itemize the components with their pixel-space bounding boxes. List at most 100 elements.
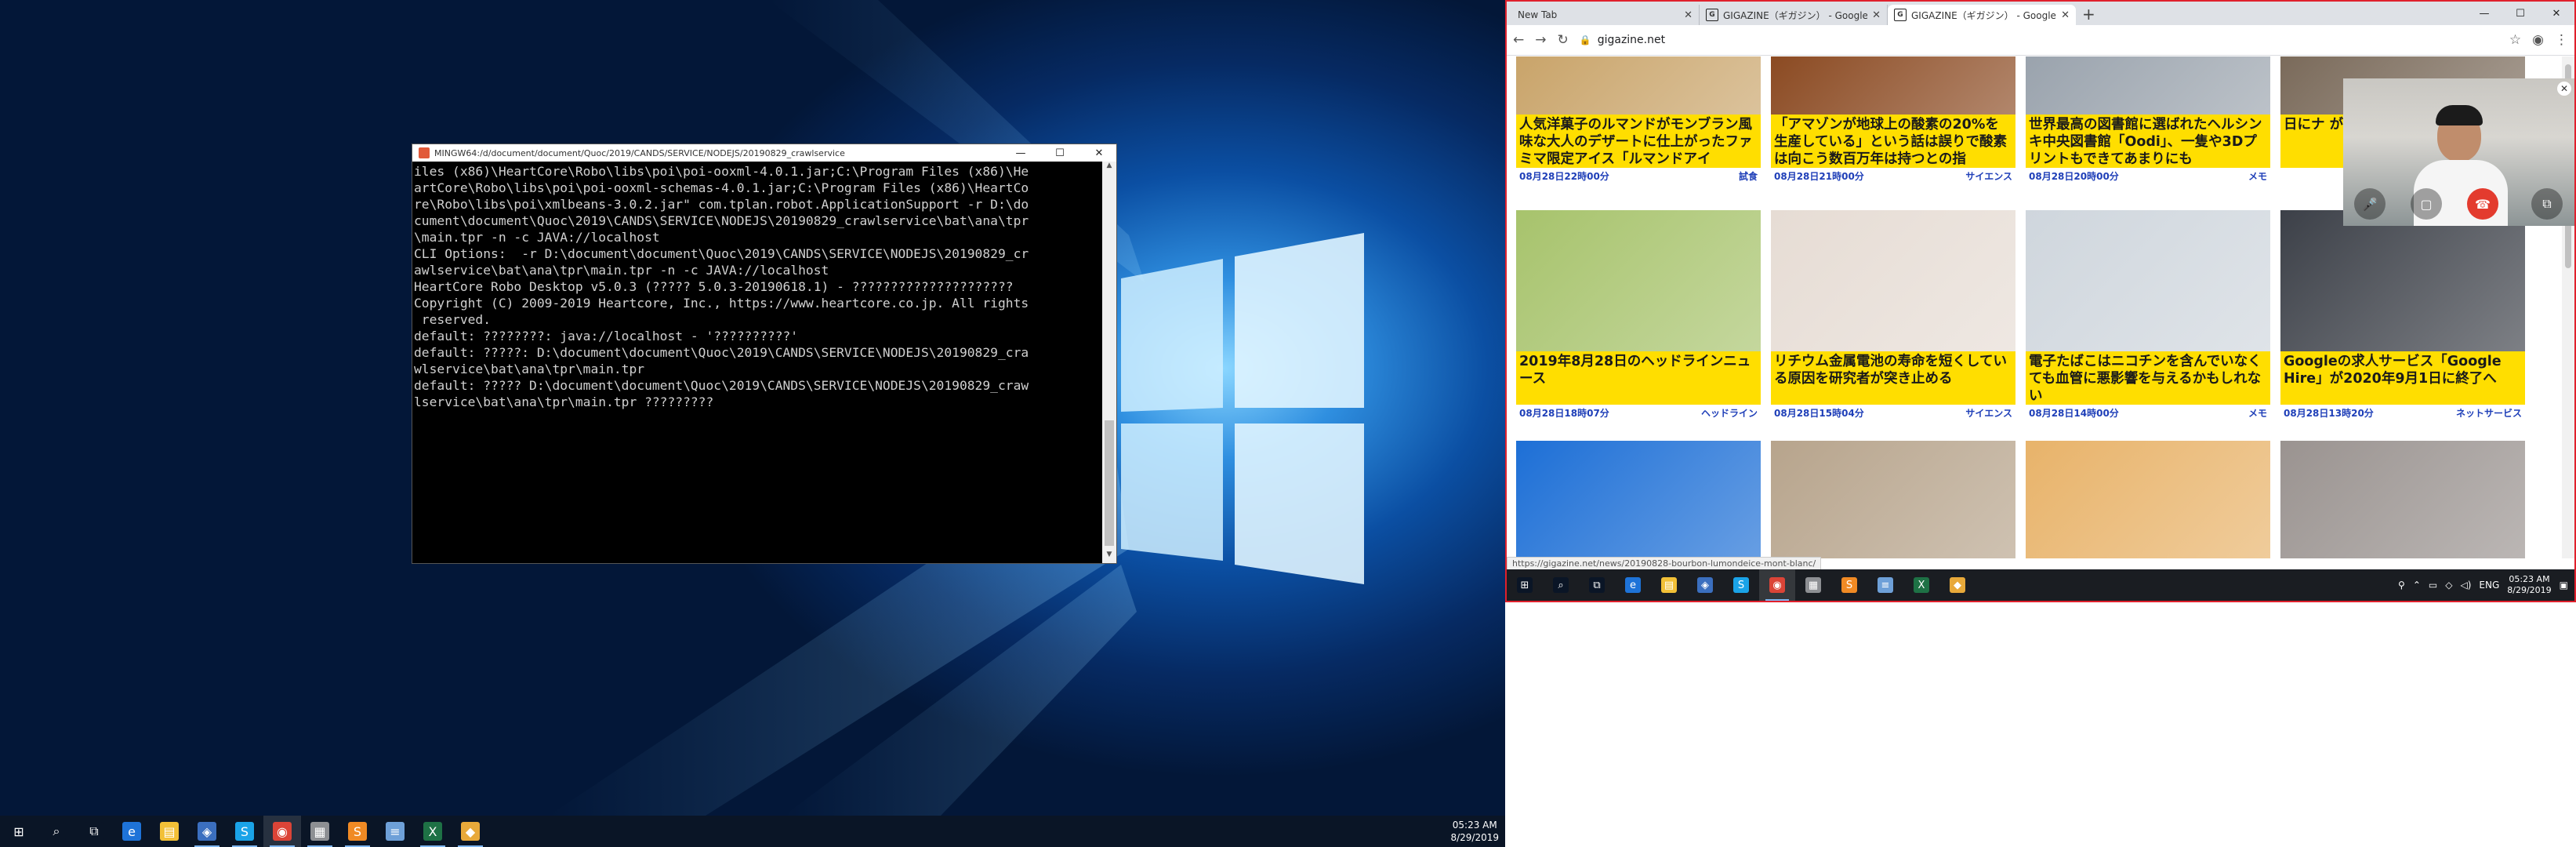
lock-icon[interactable]: 🔒: [1580, 35, 1591, 45]
volume-icon[interactable]: ◁): [2460, 580, 2471, 591]
article-title[interactable]: 人気洋菓子のルマンドがモンブラン風味な大人のデザートに仕上がったファミマ限定アイ…: [1516, 115, 1761, 168]
article-category[interactable]: メモ: [2248, 406, 2267, 420]
expand-icon[interactable]: ⧉: [2531, 188, 2563, 220]
bookmark-star-icon[interactable]: ☆: [2509, 32, 2521, 48]
article-title[interactable]: 「アマゾンが地球上の酸素の20%を生産している」という話は誤りで酸素は向こう数百…: [1771, 115, 2015, 168]
tab-gigazine-1[interactable]: G GIGAZINE（ギガジン） - Google … ✕: [1700, 5, 1888, 25]
hangup-icon[interactable]: ☎: [2467, 188, 2498, 220]
battery-icon[interactable]: ▭: [2429, 580, 2437, 591]
chrome-window[interactable]: New Tab ✕ G GIGAZINE（ギガジン） - Google … ✕ …: [1505, 0, 2576, 602]
taskbar-button[interactable]: S: [1723, 569, 1759, 601]
notification-icon[interactable]: ▣: [2560, 580, 2568, 591]
taskbar-button[interactable]: ▤: [1651, 569, 1687, 601]
article-thumbnail[interactable]: [1516, 441, 1761, 558]
article-meta: 08月28日20時00分 メモ: [2026, 168, 2270, 184]
minimize-button[interactable]: —: [2466, 2, 2502, 25]
maximize-button[interactable]: ☐: [2502, 2, 2538, 25]
clock[interactable]: 05:23 AM 8/29/2019: [2507, 574, 2551, 596]
back-icon[interactable]: ←: [1513, 32, 1524, 48]
article-thumbnail[interactable]: [2280, 210, 2525, 351]
taskbar-button[interactable]: S: [1831, 569, 1867, 601]
taskbar-button[interactable]: e: [113, 816, 151, 847]
article-thumbnail[interactable]: [2026, 210, 2270, 351]
network-app-icon: ◈: [198, 822, 216, 841]
maximize-button[interactable]: ☐: [1043, 144, 1077, 162]
article-category[interactable]: 試食: [1739, 169, 1758, 183]
taskbar-button[interactable]: ◈: [188, 816, 226, 847]
taskbar-button[interactable]: ≡: [376, 816, 414, 847]
tab-gigazine-2[interactable]: G GIGAZINE（ギガジン） - Google … ✕: [1888, 5, 2076, 25]
article-category[interactable]: ヘッドライン: [1701, 406, 1758, 420]
address-bar[interactable]: 🔒 gigazine.net: [1580, 29, 2498, 51]
tray-overflow-icon[interactable]: ⌃: [2413, 580, 2421, 591]
article-meta: 08月28日15時04分 サイエンス: [1771, 405, 2015, 420]
article-title[interactable]: 2019年8月28日のヘッドラインニュース: [1516, 351, 1761, 405]
taskbar-button[interactable]: ⊞: [1507, 569, 1543, 601]
close-call-icon[interactable]: ✕: [2557, 82, 2571, 96]
taskbar-button[interactable]: S: [226, 816, 263, 847]
scroll-up-icon[interactable]: ▲: [1102, 162, 1116, 174]
taskbar-button[interactable]: ◉: [263, 816, 301, 847]
terminal-titlebar[interactable]: MINGW64:/d/document/document/Quoc/2019/C…: [412, 144, 1116, 162]
reload-icon[interactable]: ↻: [1558, 32, 1569, 48]
article-thumbnail[interactable]: [2026, 56, 2270, 115]
new-tab-button[interactable]: +: [2082, 5, 2095, 24]
video-call-overlay[interactable]: ✕ 🎤 ▢ ☎ ⧉: [2343, 78, 2574, 226]
profile-avatar-icon[interactable]: ◉: [2532, 32, 2544, 48]
taskbar-button[interactable]: ⌕: [38, 816, 75, 847]
taskbar-button[interactable]: ◆: [1939, 569, 1976, 601]
terminal-output[interactable]: iles (x86)\HeartCore\Robo\libs\poi\poi-o…: [412, 162, 1102, 563]
language-indicator[interactable]: ENG: [2479, 580, 2499, 591]
taskbar-button[interactable]: ▦: [301, 816, 339, 847]
minimize-button[interactable]: —: [1003, 144, 1038, 162]
article-category[interactable]: サイエンス: [1965, 169, 2012, 183]
article-title[interactable]: 世界最高の図書館に選ばれたヘルシンキ中央図書館「Oodi」、一隻や3Dプリントも…: [2026, 115, 2270, 168]
menu-kebab-icon[interactable]: ⋮: [2555, 32, 2568, 48]
close-tab-icon[interactable]: ✕: [1684, 9, 1693, 21]
article-category[interactable]: ネットサービス: [2456, 406, 2522, 420]
article-category[interactable]: メモ: [2248, 169, 2267, 183]
article-thumbnail[interactable]: [2026, 441, 2270, 558]
taskbar-button[interactable]: ◉: [1759, 569, 1795, 601]
taskbar-button[interactable]: ◈: [1687, 569, 1723, 601]
taskbar-button[interactable]: ▦: [1795, 569, 1831, 601]
terminal-scrollbar[interactable]: ▲ ▼: [1102, 162, 1116, 563]
clock[interactable]: 05:23 AM 8/29/2019: [1450, 819, 1505, 844]
taskbar-button[interactable]: ⧉: [1579, 569, 1615, 601]
taskbar-button[interactable]: ≡: [1867, 569, 1903, 601]
article-title[interactable]: Googleの求人サービス「Google Hire」が2020年9月1日に終了へ: [2280, 351, 2525, 405]
scroll-thumb[interactable]: [1105, 420, 1114, 546]
tab-new-tab[interactable]: New Tab ✕: [1511, 5, 1700, 25]
close-tab-icon[interactable]: ✕: [1872, 9, 1881, 21]
taskbar-button[interactable]: ▤: [151, 816, 188, 847]
article-title[interactable]: リチウム金属電池の寿命を短くしている原因を研究者が突き止める: [1771, 351, 2015, 405]
people-icon[interactable]: ⚲: [2398, 580, 2405, 591]
taskbar-button[interactable]: e: [1615, 569, 1651, 601]
article-title[interactable]: 電子たばこはニコチンを含んでいなくても血管に悪影響を与えるかもしれない: [2026, 351, 2270, 405]
article-thumbnail[interactable]: [1516, 56, 1761, 115]
taskbar-button[interactable]: S: [339, 816, 376, 847]
taskbar-button[interactable]: ◆: [452, 816, 489, 847]
mic-icon[interactable]: 🎤: [2354, 188, 2386, 220]
close-tab-icon[interactable]: ✕: [2061, 9, 2070, 21]
taskbar-button[interactable]: ⊞: [0, 816, 38, 847]
forward-icon[interactable]: →: [1535, 32, 1546, 48]
taskbar-button[interactable]: X: [1903, 569, 1939, 601]
taskbar-button[interactable]: ⧉: [75, 816, 113, 847]
close-button[interactable]: ✕: [1082, 144, 1116, 162]
camera-icon[interactable]: ▢: [2411, 188, 2442, 220]
taskbar-button[interactable]: X: [414, 816, 452, 847]
scroll-down-icon[interactable]: ▼: [1102, 551, 1116, 563]
article-thumbnail[interactable]: [1771, 210, 2015, 351]
article-thumbnail[interactable]: [1516, 210, 1761, 351]
network-icon[interactable]: ◇: [2445, 580, 2452, 591]
article-category[interactable]: サイエンス: [1965, 406, 2012, 420]
article-thumbnail[interactable]: [1771, 441, 2015, 558]
clock-time: 05:23 AM: [1452, 820, 1497, 831]
article-thumbnail[interactable]: [2280, 441, 2525, 558]
terminal-window[interactable]: MINGW64:/d/document/document/Quoc/2019/C…: [412, 144, 1117, 564]
article-meta: 08月28日14時00分 メモ: [2026, 405, 2270, 420]
taskbar-button[interactable]: ⌕: [1543, 569, 1579, 601]
article-thumbnail[interactable]: [1771, 56, 2015, 115]
close-button[interactable]: ✕: [2538, 2, 2574, 25]
